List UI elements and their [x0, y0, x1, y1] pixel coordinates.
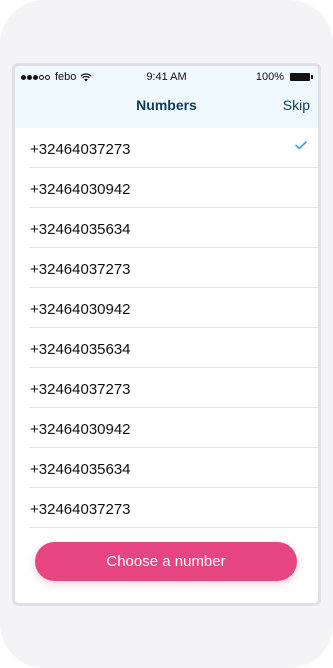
bottom-action-area: Choose a number — [15, 529, 318, 603]
number-label: +32464030942 — [30, 181, 131, 198]
number-row[interactable]: +32464035634 — [15, 328, 318, 368]
number-row[interactable]: +32464035634 — [15, 208, 318, 248]
number-label: +32464037273 — [30, 141, 131, 158]
number-row[interactable]: +32464037273 — [15, 248, 318, 288]
number-label: +32464037273 — [30, 381, 131, 398]
number-row[interactable]: +32464035634 — [15, 448, 318, 488]
skip-button[interactable]: Skip — [283, 97, 310, 113]
battery-icon — [290, 73, 313, 81]
navigation-bar: Numbers Skip — [15, 88, 318, 120]
number-label: +32464037273 — [30, 501, 131, 518]
number-row[interactable]: +32464037273 — [15, 488, 318, 528]
app-header: febo 9:41 AM 100% Numbers Skip — [15, 66, 318, 128]
number-label: +32464037273 — [30, 261, 131, 278]
screen-frame: febo 9:41 AM 100% Numbers Skip +32464037… — [12, 63, 321, 606]
number-label: +32464030942 — [30, 301, 131, 318]
choose-number-button[interactable]: Choose a number — [35, 542, 297, 581]
number-row[interactable]: +32464037273 — [15, 128, 318, 168]
number-row[interactable]: +32464030942 — [15, 168, 318, 208]
number-row[interactable]: +32464030942 — [15, 288, 318, 328]
numbers-list: +32464037273 +32464030942 +32464035634 +… — [15, 128, 318, 528]
phone-device: febo 9:41 AM 100% Numbers Skip +32464037… — [0, 0, 333, 668]
status-bar: febo 9:41 AM 100% — [15, 66, 318, 88]
number-label: +32464030942 — [30, 421, 131, 438]
status-bar-right: 100% — [255, 71, 313, 83]
number-label: +32464035634 — [30, 341, 131, 358]
page-title: Numbers — [136, 97, 197, 113]
number-row[interactable]: +32464030942 — [15, 408, 318, 448]
number-row[interactable]: +32464037273 — [15, 368, 318, 408]
checkmark-icon — [295, 141, 307, 150]
number-label: +32464035634 — [30, 221, 131, 238]
number-label: +32464035634 — [30, 461, 131, 478]
app-screen: febo 9:41 AM 100% Numbers Skip +32464037… — [15, 66, 318, 603]
battery-percentage: 100% — [255, 71, 284, 83]
